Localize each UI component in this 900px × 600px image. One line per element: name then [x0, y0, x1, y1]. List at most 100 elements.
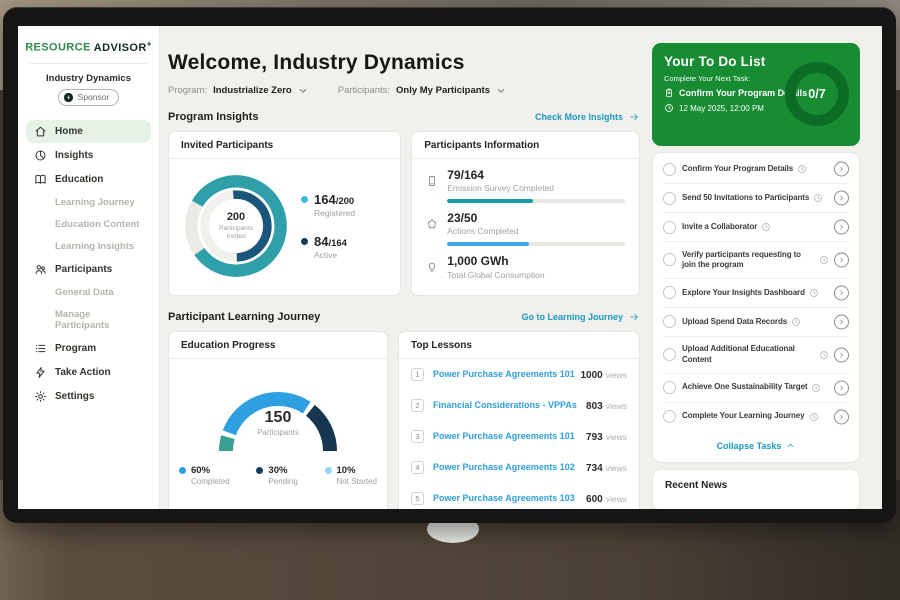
home-icon: [34, 125, 47, 138]
legend-label: Registered: [314, 208, 355, 218]
sidebar-item-insights[interactable]: Insights: [26, 144, 151, 167]
sponsor-badge-icon: [63, 92, 74, 103]
task-open-button[interactable]: [834, 380, 849, 395]
education-progress-title: Education Progress: [169, 332, 387, 359]
lesson-title-link[interactable]: Power Purchase Agreements 101: [433, 369, 580, 379]
collapse-tasks-link[interactable]: Collapse Tasks: [663, 431, 849, 460]
sidebar-item-label: Learning Insights: [55, 241, 134, 252]
task-checkbox[interactable]: [663, 286, 676, 299]
gauge-legend: 60%Completed30%Pending10%Not Started: [169, 463, 387, 496]
task-open-button[interactable]: [834, 409, 849, 424]
task-row: Complete Your Learning Journey: [663, 403, 849, 431]
sidebar-item-label: Program: [55, 343, 96, 354]
actions-icon: [426, 218, 438, 230]
task-open-button[interactable]: [834, 162, 849, 177]
gauge-legend-text: 10%Not Started: [337, 465, 377, 486]
stat-head: 1,000 GWhTotal Global Consumption: [426, 255, 625, 279]
legend-dot-icon: [301, 196, 308, 203]
chevron-down-icon: [298, 86, 308, 96]
participants-icon: [34, 263, 47, 276]
participants-filter-value: Only My Participants: [396, 85, 490, 96]
main-content: Welcome, Industry Dynamics Program: Indu…: [168, 26, 640, 509]
task-open-button[interactable]: [834, 191, 849, 206]
sidebar-item-learning-journey[interactable]: Learning Journey: [26, 192, 151, 213]
todo-due-date-label: 12 May 2025, 12:00 PM: [679, 104, 764, 113]
donut-legend-text: 164/200Registered: [314, 192, 355, 218]
legend-dot-icon: [325, 467, 332, 474]
sidebar-item-learning-insights[interactable]: Learning Insights: [26, 236, 151, 257]
page-title: Welcome, Industry Dynamics: [168, 51, 640, 75]
gauge-center-value: 150: [196, 409, 360, 427]
task-checkbox[interactable]: [663, 192, 676, 205]
task-open-button[interactable]: [834, 347, 849, 362]
donut-center-caption: Participants Invited: [210, 225, 262, 241]
participant-stat: 1,000 GWhTotal Global Consumption: [426, 255, 625, 279]
legend-value: 10%: [337, 465, 377, 476]
lesson-rank-badge: 3: [411, 430, 424, 443]
donut-legend: 164/200Registered84/164Active: [301, 192, 355, 260]
take-action-icon: [34, 366, 47, 379]
sidebar-item-take-action[interactable]: Take Action: [26, 361, 151, 384]
sidebar-item-settings[interactable]: Settings: [26, 385, 151, 408]
stat-label: Total Global Consumption: [447, 270, 544, 280]
task-checkbox[interactable]: [663, 381, 676, 394]
program-insights-title: Program Insights: [168, 111, 258, 123]
sidebar-item-manage-participants[interactable]: Manage Participants: [26, 304, 151, 336]
sidebar-nav: HomeInsightsEducationLearning JourneyEdu…: [18, 118, 159, 411]
stat-label: Emission Survey Completed: [447, 183, 554, 193]
education-icon: [34, 173, 47, 186]
sidebar-item-program[interactable]: Program: [26, 337, 151, 360]
program-filter-value: Industrialize Zero: [213, 85, 292, 96]
task-row: Upload Spend Data Records: [663, 308, 849, 337]
sidebar: RESOURCE ADVISOR+ Industry Dynamics Spon…: [18, 26, 160, 509]
task-open-button[interactable]: [834, 314, 849, 329]
lesson-title-link[interactable]: Power Purchase Agreements 102: [433, 462, 586, 472]
stat-head: 23/50Actions Completed: [426, 212, 625, 236]
stat-head: 79/164Emission Survey Completed: [426, 169, 625, 193]
sidebar-item-education-content[interactable]: Education Content: [26, 214, 151, 235]
task-open-button[interactable]: [834, 285, 849, 300]
clock-icon: [809, 288, 819, 298]
go-to-learning-journey-link[interactable]: Go to Learning Journey: [521, 312, 640, 322]
task-checkbox[interactable]: [663, 348, 676, 361]
participants-information-card: Participants Information 79/164Emission …: [411, 131, 640, 296]
legend-dot-icon: [256, 467, 263, 474]
sidebar-item-education[interactable]: Education: [26, 168, 151, 191]
program-filter-dropdown[interactable]: Program: Industrialize Zero: [168, 85, 308, 96]
check-more-insights-link[interactable]: Check More Insights: [535, 112, 640, 122]
recent-news-card: Recent News: [652, 469, 860, 509]
lesson-title-link[interactable]: Power Purchase Agreements 103: [433, 493, 586, 503]
task-open-button[interactable]: [834, 220, 849, 235]
task-checkbox[interactable]: [663, 410, 676, 423]
clock-icon: [664, 103, 674, 113]
chevron-down-icon: [496, 86, 506, 96]
org-name: Industry Dynamics: [22, 73, 155, 84]
lesson-views: 793views: [586, 427, 627, 445]
sidebar-item-general-data[interactable]: General Data: [26, 282, 151, 303]
donut-center-value: 200: [227, 211, 245, 223]
task-open-button[interactable]: [834, 252, 849, 267]
stat-label: Actions Completed: [447, 226, 518, 236]
lesson-views: 803views: [586, 396, 627, 414]
sidebar-item-participants[interactable]: Participants: [26, 258, 151, 281]
sponsor-badge[interactable]: Sponsor: [58, 89, 120, 106]
gauge-legend-text: 60%Completed: [191, 465, 230, 486]
logo-plus: +: [147, 39, 152, 48]
lesson-title-link[interactable]: Power Purchase Agreements 101: [433, 431, 586, 441]
task-row: Upload Additional Educational Content: [663, 337, 849, 374]
task-label: Send 50 Invitations to Participants: [682, 193, 809, 203]
task-checkbox[interactable]: [663, 253, 676, 266]
task-checkbox[interactable]: [663, 221, 676, 234]
task-checkbox[interactable]: [663, 163, 676, 176]
clock-icon: [797, 164, 807, 174]
lesson-title-link[interactable]: Financial Considerations - VPPAs: [433, 400, 586, 410]
org-block: Industry Dynamics Sponsor: [18, 64, 159, 118]
donut-center-label: 200 Participants Invited: [179, 169, 293, 283]
task-row: Invite a Collaborator: [663, 213, 849, 242]
task-checkbox[interactable]: [663, 315, 676, 328]
sidebar-item-label: General Data: [55, 287, 114, 298]
sidebar-item-home[interactable]: Home: [26, 120, 151, 143]
lesson-views: 600views: [586, 489, 627, 507]
participants-filter-dropdown[interactable]: Participants: Only My Participants: [338, 85, 506, 96]
todo-summary-card: Your To Do List Complete Your Next Task:…: [652, 43, 860, 146]
